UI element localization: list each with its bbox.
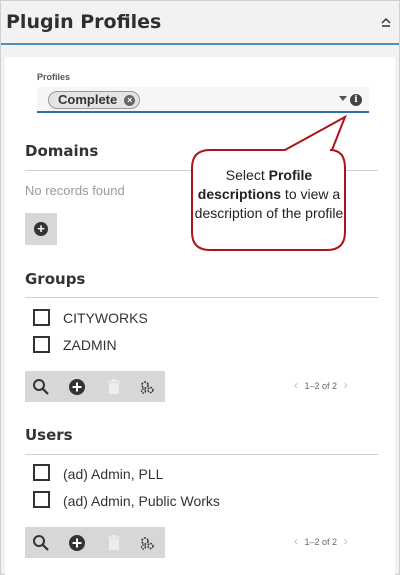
- domains-empty-text: No records found: [25, 183, 125, 198]
- users-pager: ‹ 1–2 of 2 ›: [290, 534, 352, 548]
- domains-title: Domains: [25, 142, 99, 160]
- trash-icon[interactable]: [104, 377, 124, 397]
- profiles-label: Profiles: [37, 72, 71, 82]
- profile-chip-label: Complete: [58, 92, 118, 107]
- callout-text-prefix: Select: [225, 167, 269, 183]
- users-title: Users: [25, 426, 73, 444]
- group-checkbox[interactable]: [33, 336, 50, 353]
- user-checkbox[interactable]: [33, 491, 50, 508]
- groups-title: Groups: [25, 270, 86, 288]
- panel-title: Plugin Profiles: [6, 11, 162, 33]
- group-label: CITYWORKS: [63, 310, 148, 326]
- gears-icon[interactable]: [137, 377, 157, 397]
- chevron-left-icon[interactable]: ‹: [290, 534, 302, 548]
- chevron-down-icon[interactable]: [339, 96, 347, 101]
- users-pager-text: 1–2 of 2: [304, 537, 338, 547]
- groups-toolbar: [25, 371, 165, 402]
- search-icon[interactable]: [31, 377, 51, 397]
- info-icon[interactable]: i: [350, 94, 362, 106]
- groups-pager-text: 1–2 of 2: [304, 381, 338, 391]
- callout-text: Select Profile descriptions to view a de…: [193, 166, 345, 223]
- chevron-left-icon[interactable]: ‹: [290, 378, 302, 392]
- add-icon[interactable]: [67, 377, 87, 397]
- user-label: (ad) Admin, PLL: [63, 466, 164, 482]
- plus-icon: +: [34, 222, 48, 236]
- chevron-right-icon[interactable]: ›: [340, 378, 352, 392]
- chip-remove-icon[interactable]: ×: [124, 95, 136, 106]
- user-label: (ad) Admin, Public Works: [63, 493, 220, 509]
- users-toolbar: [25, 527, 165, 558]
- panel-header: Plugin Profiles: [1, 1, 399, 45]
- gears-icon[interactable]: [137, 533, 157, 553]
- groups-divider: [25, 297, 378, 298]
- users-divider: [25, 454, 378, 455]
- profiles-select[interactable]: Complete × i: [37, 87, 369, 113]
- add-icon[interactable]: [67, 533, 87, 553]
- group-label: ZADMIN: [63, 337, 117, 353]
- trash-icon[interactable]: [104, 533, 124, 553]
- groups-pager: ‹ 1–2 of 2 ›: [290, 378, 352, 392]
- group-checkbox[interactable]: [33, 309, 50, 326]
- profile-chip: Complete ×: [48, 91, 141, 109]
- add-domain-button[interactable]: +: [25, 213, 57, 245]
- collapse-icon[interactable]: [379, 15, 393, 29]
- search-icon[interactable]: [31, 533, 51, 553]
- chevron-right-icon[interactable]: ›: [340, 534, 352, 548]
- user-checkbox[interactable]: [33, 464, 50, 481]
